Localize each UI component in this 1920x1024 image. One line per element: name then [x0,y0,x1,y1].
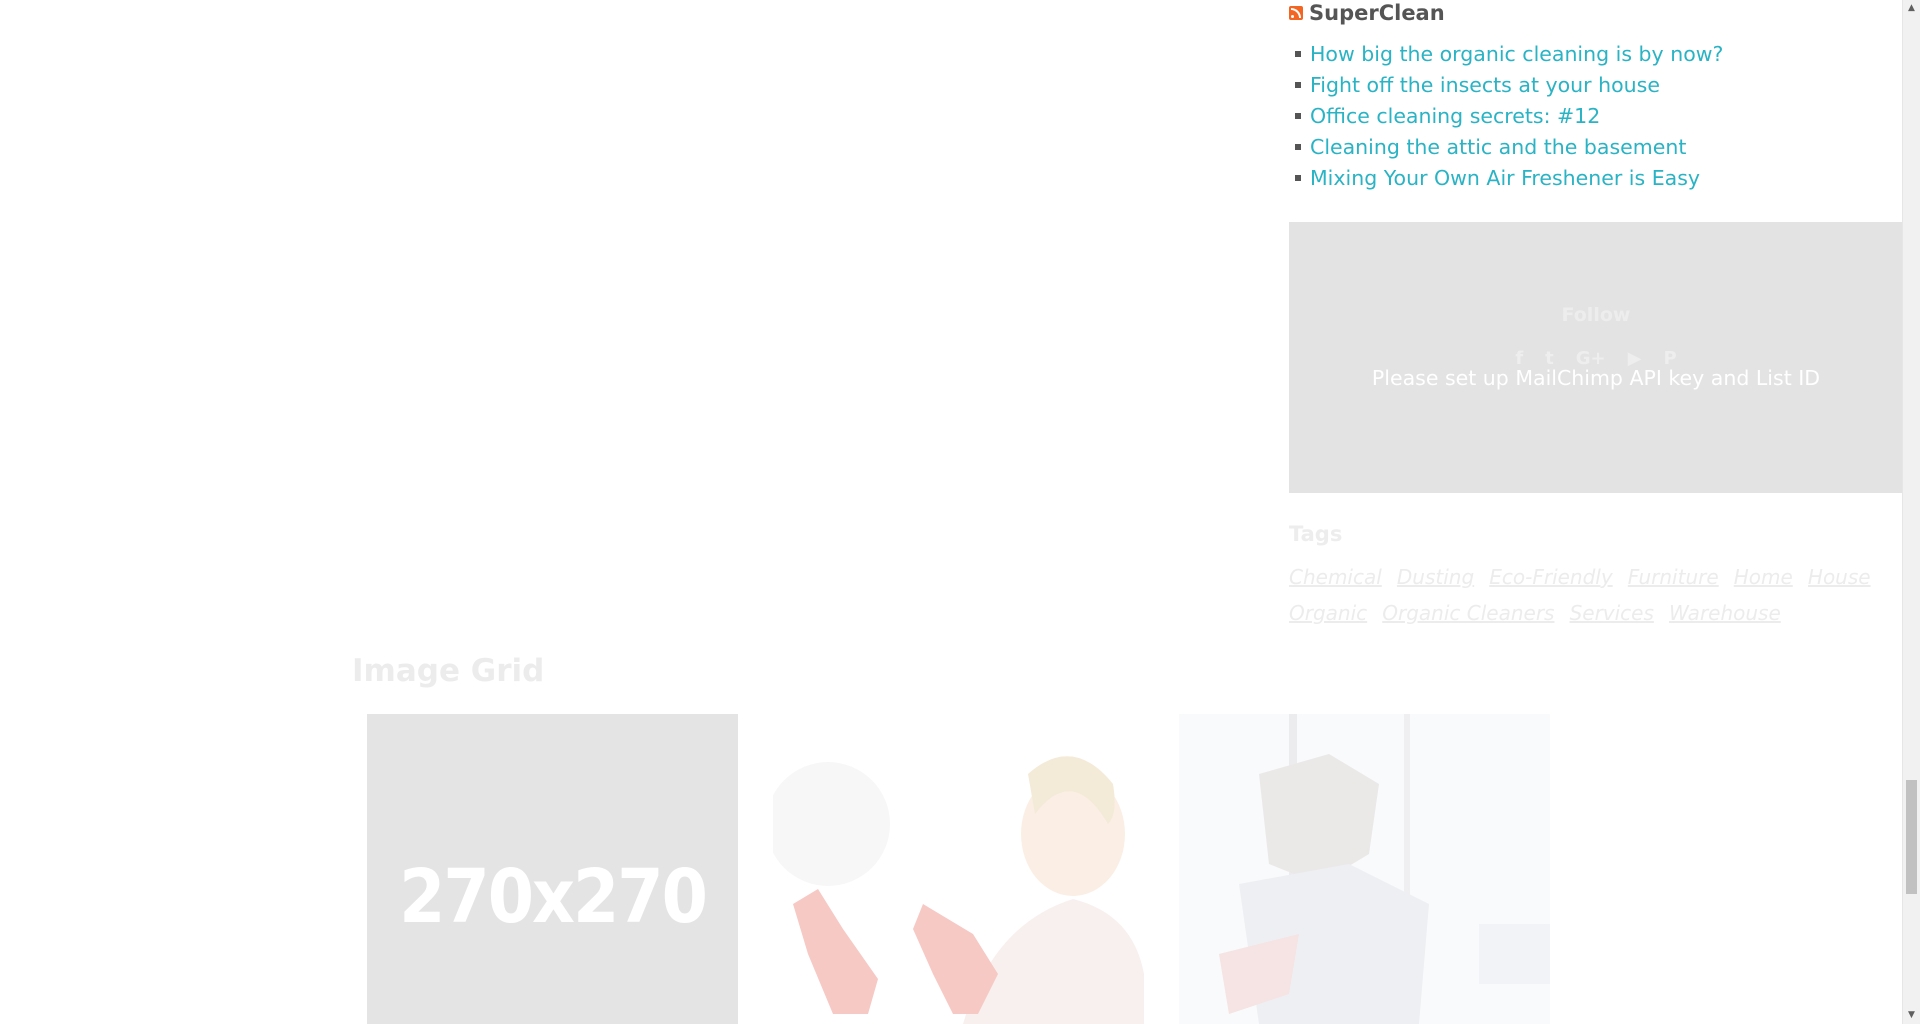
tag-link[interactable]: Dusting [1397,565,1474,589]
rss-link[interactable]: How big the organic cleaning is by now? [1310,42,1723,66]
scroll-up-arrow-icon[interactable]: ▲ [1903,0,1920,17]
grid-image-cleaning-woman[interactable] [773,714,1144,1024]
tag-link[interactable]: Services [1570,601,1654,625]
tag-link[interactable]: Chemical [1289,565,1382,589]
vertical-scrollbar[interactable]: ▲ ▼ [1902,0,1920,1024]
rss-link[interactable]: Office cleaning secrets: #12 [1310,104,1600,128]
rss-link[interactable]: Mixing Your Own Air Freshener is Easy [1310,166,1700,190]
rss-icon[interactable] [1289,6,1303,20]
rss-link[interactable]: Cleaning the attic and the basement [1310,135,1686,159]
rss-list-item: Office cleaning secrets: #12 [1295,100,1889,131]
tag-cloud: Chemical Dusting Eco-Friendly Furniture … [1289,560,1889,632]
bullet-icon [1295,143,1301,150]
rss-widget-header: SuperClean [1289,0,1889,26]
rss-list-item: Cleaning the attic and the basement [1295,131,1889,162]
tag-link[interactable]: Organic Cleaners [1382,601,1554,625]
tag-link[interactable]: Organic [1289,601,1367,625]
scroll-down-arrow-icon[interactable]: ▼ [1903,1007,1920,1024]
grid-image-placeholder[interactable]: 270x270 [367,714,738,1024]
placeholder-label: 270x270 [399,854,708,940]
scrollbar-thumb[interactable] [1906,780,1917,894]
follow-title: Follow [1561,304,1631,326]
bullet-icon [1295,81,1301,88]
tag-link[interactable]: Warehouse [1669,601,1781,625]
rss-list-item: How big the organic cleaning is by now? [1295,38,1889,69]
rss-widget: SuperClean How big the organic cleaning … [1289,0,1889,193]
grid-image-window-cleaner[interactable] [1179,714,1550,1024]
rss-list-item: Fight off the insects at your house [1295,69,1889,100]
bullet-icon [1295,112,1301,119]
tags-title: Tags [1289,522,1343,546]
window-cleaner-image [1179,714,1550,1024]
bullet-icon [1295,50,1301,57]
rss-list-item: Mixing Your Own Air Freshener is Easy [1295,162,1889,193]
mailchimp-message: Please set up MailChimp API key and List… [1371,366,1821,390]
rss-widget-title[interactable]: SuperClean [1309,1,1445,25]
tag-link[interactable]: Home [1734,565,1793,589]
rss-link[interactable]: Fight off the insects at your house [1310,73,1660,97]
bullet-icon [1295,174,1301,181]
cleaning-woman-image [773,714,1144,1024]
rss-list: How big the organic cleaning is by now? … [1295,38,1889,193]
follow-panel: Follow f t G+ ▶ P Please set up MailChim… [1289,222,1903,493]
tag-link[interactable]: Eco-Friendly [1489,565,1612,589]
tag-link[interactable]: Furniture [1628,565,1719,589]
image-grid-title: Image Grid [352,653,545,689]
tag-link[interactable]: House [1808,565,1871,589]
